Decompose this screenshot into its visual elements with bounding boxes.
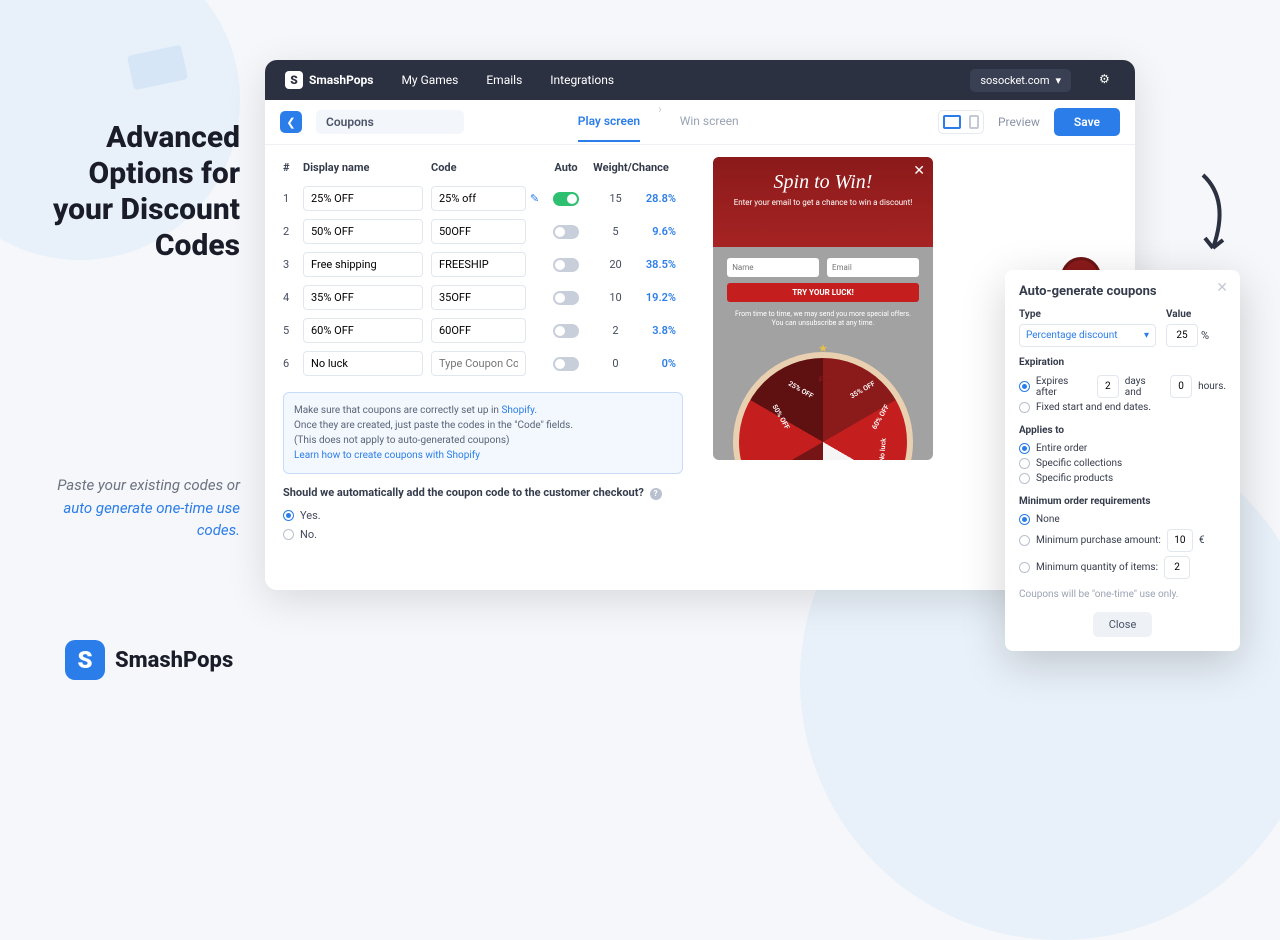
radio-fixed-dates[interactable]: Fixed start and end dates. <box>1019 400 1226 415</box>
app-logo[interactable]: SSmashPops <box>285 71 373 89</box>
radio-yes[interactable]: Yes. <box>283 506 683 525</box>
shopify-link[interactable]: Shopify. <box>501 405 537 416</box>
chevron-down-icon: ▾ <box>1144 330 1149 341</box>
try-luck-button[interactable]: TRY YOUR LUCK! <box>727 283 919 302</box>
subbar: ❮ Coupons Play screen › Win screen Previ… <box>265 100 1135 145</box>
gear-icon[interactable]: ⚙ <box>1099 72 1115 88</box>
code-input[interactable] <box>431 285 526 310</box>
device-mobile-icon[interactable] <box>969 115 979 129</box>
code-input[interactable] <box>431 318 526 343</box>
radio-collections[interactable]: Specific collections <box>1019 456 1226 471</box>
table-row: 1 ✎ 1528.8% <box>283 182 683 215</box>
info-icon[interactable]: ? <box>650 488 662 500</box>
radio-min-amount[interactable]: Minimum purchase amount: € <box>1019 527 1226 554</box>
type-select[interactable]: Percentage discount▾ <box>1019 324 1156 347</box>
type-label: Type <box>1019 309 1156 320</box>
brand-name: SmashPops <box>115 648 233 673</box>
auto-toggle[interactable] <box>553 291 579 305</box>
auto-toggle[interactable] <box>553 225 579 239</box>
radio-expires-after[interactable]: Expires after days and hours. <box>1019 373 1226 400</box>
checkout-question: Should we automatically add the coupon c… <box>283 486 683 500</box>
panel-close-icon[interactable]: ✕ <box>1216 280 1228 296</box>
code-input[interactable] <box>431 186 526 211</box>
table-row: 3 2038.5% <box>283 248 683 281</box>
auto-generate-panel: ✕ Auto-generate coupons Type Percentage … <box>1005 270 1240 651</box>
device-toggle <box>938 110 984 134</box>
close-button[interactable]: Close <box>1093 612 1153 637</box>
table-row: 2 59.6% <box>283 215 683 248</box>
email-input[interactable] <box>827 258 919 277</box>
preview-subtitle: Enter your email to get a chance to win … <box>721 198 925 207</box>
applies-label: Applies to <box>1019 425 1226 436</box>
device-desktop-icon[interactable] <box>943 115 961 129</box>
nav-integrations[interactable]: Integrations <box>550 73 614 87</box>
preview-title: Spin to Win! <box>721 171 925 194</box>
table-header: # Display name Code Auto Weight/Chance <box>283 157 683 182</box>
display-name-input[interactable] <box>303 351 423 376</box>
nav-my-games[interactable]: My Games <box>401 73 458 87</box>
display-name-input[interactable] <box>303 219 423 244</box>
breadcrumb[interactable]: Coupons <box>316 110 464 134</box>
display-name-input[interactable] <box>303 318 423 343</box>
auto-toggle[interactable] <box>553 258 579 272</box>
radio-products[interactable]: Specific products <box>1019 471 1226 486</box>
topbar: SSmashPops My Games Emails Integrations … <box>265 60 1135 100</box>
hero-title: Advanced Options for your Discount Codes <box>40 120 240 264</box>
table-row: 6 00% <box>283 347 683 380</box>
preview-disclaimer: From time to time, we may send you more … <box>721 306 925 332</box>
auto-toggle[interactable] <box>553 192 579 206</box>
expiration-label: Expiration <box>1019 357 1226 368</box>
brand-icon: S <box>65 640 105 680</box>
preview-link[interactable]: Preview <box>998 115 1040 129</box>
hours-input[interactable] <box>1170 375 1192 398</box>
nav-emails[interactable]: Emails <box>486 73 522 87</box>
radio-min-qty[interactable]: Minimum quantity of items: <box>1019 554 1226 581</box>
table-row: 4 1019.2% <box>283 281 683 314</box>
radio-no[interactable]: No. <box>283 525 683 544</box>
chevron-down-icon: ▾ <box>1055 74 1061 87</box>
pencil-icon[interactable]: ✎ <box>530 192 539 205</box>
tab-play-screen[interactable]: Play screen <box>578 102 640 142</box>
table-row: 5 23.8% <box>283 314 683 347</box>
auto-toggle[interactable] <box>553 324 579 338</box>
code-input[interactable] <box>431 252 526 277</box>
days-input[interactable] <box>1097 375 1119 398</box>
tab-win-screen[interactable]: Win screen <box>680 102 739 142</box>
game-preview: ✕ Spin to Win! Enter your email to get a… <box>713 157 933 460</box>
display-name-input[interactable] <box>303 285 423 310</box>
back-button[interactable]: ❮ <box>280 111 302 133</box>
brand-footer: S SmashPops <box>65 640 233 680</box>
close-icon[interactable]: ✕ <box>913 163 925 179</box>
info-note: Make sure that coupons are correctly set… <box>283 392 683 474</box>
save-button[interactable]: Save <box>1054 108 1120 136</box>
min-qty-input[interactable] <box>1164 556 1190 579</box>
min-label: Minimum order requirements <box>1019 496 1226 507</box>
code-input[interactable] <box>431 351 526 376</box>
value-label: Value <box>1166 309 1226 320</box>
display-name-input[interactable] <box>303 252 423 277</box>
display-name-input[interactable] <box>303 186 423 211</box>
min-amount-input[interactable] <box>1167 529 1193 552</box>
code-input[interactable] <box>431 219 526 244</box>
wheel-icon: 50% OFF 25% OFF Free shipping 35% OFF 60… <box>733 352 913 460</box>
panel-title: Auto-generate coupons <box>1019 284 1226 299</box>
panel-hint: Coupons will be "one-time" use only. <box>1019 589 1226 600</box>
arrow-decoration <box>1195 170 1235 260</box>
account-dropdown[interactable]: sosocket.com▾ <box>970 69 1071 92</box>
hero-subtitle: Paste your existing codes or auto genera… <box>40 474 240 542</box>
auto-toggle[interactable] <box>553 357 579 371</box>
value-input[interactable] <box>1166 324 1198 347</box>
name-input[interactable] <box>727 258 819 277</box>
radio-min-none[interactable]: None <box>1019 512 1226 527</box>
learn-link[interactable]: Learn how to create coupons with Shopify <box>294 450 480 461</box>
radio-entire-order[interactable]: Entire order <box>1019 441 1226 456</box>
